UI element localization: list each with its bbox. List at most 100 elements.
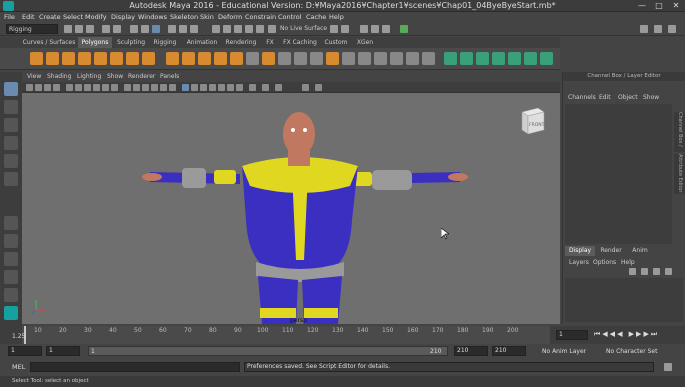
vp-menu-panels[interactable]: Panels bbox=[160, 73, 179, 80]
menuset-dropdown[interactable]: Rigging bbox=[6, 24, 58, 34]
maya-home-icon[interactable] bbox=[4, 306, 18, 320]
select-hierarchy-icon[interactable] bbox=[130, 25, 138, 33]
new-layer-selected-icon[interactable] bbox=[665, 268, 672, 275]
shelf-tab-sculpting[interactable]: Sculpting bbox=[114, 37, 148, 48]
shelf-tab-polygons[interactable]: Polygons bbox=[78, 37, 112, 48]
multi-cut-icon[interactable] bbox=[342, 52, 355, 65]
viewport-transform-icon[interactable] bbox=[315, 84, 322, 91]
layers-help-menu[interactable]: Help bbox=[621, 259, 635, 266]
poly-platonic-icon[interactable] bbox=[142, 52, 155, 65]
output-ops-icon[interactable] bbox=[256, 25, 264, 33]
animation-start-field[interactable]: 1 bbox=[8, 346, 42, 356]
smooth-icon[interactable] bbox=[198, 52, 211, 65]
layer-tab-anim[interactable]: Anim bbox=[627, 246, 653, 256]
smooth-shade-icon[interactable] bbox=[133, 84, 140, 91]
range-bar[interactable] bbox=[88, 346, 448, 356]
cylindrical-map-icon[interactable] bbox=[476, 52, 489, 65]
hypershade-icon[interactable] bbox=[382, 25, 390, 33]
poly-cylinder-icon[interactable] bbox=[62, 52, 75, 65]
poly-cone-icon[interactable] bbox=[78, 52, 91, 65]
move-tool-icon[interactable] bbox=[4, 136, 18, 150]
edge-loop-icon[interactable] bbox=[374, 52, 387, 65]
layer-list[interactable] bbox=[565, 278, 683, 322]
select-object-icon[interactable] bbox=[141, 25, 149, 33]
live-surface-icon[interactable] bbox=[268, 25, 276, 33]
depth-of-field-icon[interactable] bbox=[236, 84, 243, 91]
open-scene-icon[interactable] bbox=[75, 25, 83, 33]
film-gate-icon[interactable] bbox=[75, 84, 82, 91]
bookmark-icon[interactable] bbox=[44, 84, 51, 91]
minimize-button[interactable]: — bbox=[634, 1, 650, 11]
image-plane-icon[interactable] bbox=[53, 84, 60, 91]
menu-file[interactable]: File bbox=[4, 13, 15, 21]
live-surface-label[interactable]: No Live Surface bbox=[280, 25, 327, 32]
menu-edit[interactable]: Edit bbox=[22, 13, 35, 21]
save-scene-icon[interactable] bbox=[86, 25, 94, 33]
channels-edit-menu[interactable]: Edit bbox=[599, 94, 611, 101]
shelf-tab-custom[interactable]: Custom bbox=[322, 37, 350, 48]
side-tab-attribute-editor[interactable]: Attribute Editor bbox=[674, 154, 685, 194]
new-scene-icon[interactable] bbox=[64, 25, 72, 33]
time-slider[interactable]: 1.25 10 20 30 40 50 60 70 80 90 100 110 … bbox=[0, 326, 685, 344]
character-set-dropdown[interactable]: No Character Set bbox=[606, 348, 657, 355]
layout-single-icon[interactable] bbox=[4, 216, 18, 230]
layout-outliner-icon[interactable] bbox=[4, 252, 18, 266]
layout-hypershade-icon[interactable] bbox=[4, 288, 18, 302]
motion-blur-icon[interactable] bbox=[218, 84, 225, 91]
head[interactable] bbox=[283, 112, 315, 156]
bevel-icon[interactable] bbox=[262, 52, 275, 65]
move-layer-down-icon[interactable] bbox=[641, 268, 648, 275]
merge-icon[interactable] bbox=[326, 52, 339, 65]
shelf-tab-curves-surfaces[interactable]: Curves / Surfaces bbox=[22, 37, 76, 48]
snap-point-icon[interactable] bbox=[190, 25, 198, 33]
xray-joints-icon[interactable] bbox=[191, 84, 198, 91]
menu-create[interactable]: Create bbox=[39, 13, 61, 21]
left-forearm-armor[interactable] bbox=[182, 168, 206, 188]
poly-plane-icon[interactable] bbox=[110, 52, 123, 65]
current-frame-field[interactable]: 1 bbox=[556, 330, 588, 340]
shelf-tab-xgen[interactable]: XGen bbox=[354, 37, 376, 48]
layer-tab-render[interactable]: Render bbox=[597, 246, 625, 256]
render-sequence-icon[interactable] bbox=[400, 25, 408, 33]
input-ops-icon[interactable] bbox=[245, 25, 253, 33]
right-forearm-armor[interactable] bbox=[372, 170, 412, 190]
vp-menu-shading[interactable]: Shading bbox=[47, 73, 71, 80]
grid-toggle-icon[interactable] bbox=[66, 84, 73, 91]
poly-torus-icon[interactable] bbox=[94, 52, 107, 65]
paint-select-tool-icon[interactable] bbox=[4, 118, 18, 132]
poly-disc-icon[interactable] bbox=[126, 52, 139, 65]
render-frame-icon[interactable] bbox=[360, 25, 368, 33]
attribute-editor-toggle-icon[interactable] bbox=[668, 25, 676, 33]
view-cube[interactable]: FRONT bbox=[518, 106, 546, 136]
snap-grid-icon[interactable] bbox=[168, 25, 176, 33]
select-tool-icon[interactable] bbox=[4, 82, 18, 96]
vp-menu-show[interactable]: Show bbox=[107, 73, 123, 80]
shelf-tab-animation[interactable]: Animation bbox=[184, 37, 220, 48]
poly-sphere-icon[interactable] bbox=[30, 52, 43, 65]
left-elbow-band[interactable] bbox=[214, 170, 236, 184]
script-editor-icon[interactable] bbox=[664, 363, 672, 371]
ambient-occlusion-icon[interactable] bbox=[209, 84, 216, 91]
layer-tab-display[interactable]: Display bbox=[565, 246, 595, 256]
snap-view-icon[interactable] bbox=[212, 25, 220, 33]
textured-icon[interactable] bbox=[151, 84, 158, 91]
cut-uv-icon[interactable] bbox=[524, 52, 537, 65]
menu-select[interactable]: Select bbox=[63, 13, 83, 21]
menu-skeleton[interactable]: Skeleton bbox=[170, 13, 198, 21]
automatic-map-icon[interactable] bbox=[508, 52, 521, 65]
wireframe-on-shaded-icon[interactable] bbox=[142, 84, 149, 91]
use-lights-icon[interactable] bbox=[160, 84, 167, 91]
isolate-select-icon[interactable] bbox=[249, 84, 256, 91]
command-input[interactable] bbox=[30, 362, 240, 372]
spherical-map-icon[interactable] bbox=[492, 52, 505, 65]
render-view-icon[interactable] bbox=[341, 25, 349, 33]
menu-help[interactable]: Help bbox=[329, 13, 344, 21]
command-language-label[interactable]: MEL bbox=[12, 363, 25, 371]
history-icon[interactable] bbox=[234, 25, 242, 33]
menu-deform[interactable]: Deform bbox=[218, 13, 242, 21]
collapse-icon[interactable] bbox=[406, 52, 419, 65]
playback-end-field[interactable]: 210 bbox=[454, 346, 488, 356]
vp-menu-lighting[interactable]: Lighting bbox=[77, 73, 101, 80]
side-tab-channel-box[interactable]: Channel Box / Layer Editor bbox=[674, 112, 685, 152]
right-knee-band[interactable] bbox=[304, 308, 338, 318]
